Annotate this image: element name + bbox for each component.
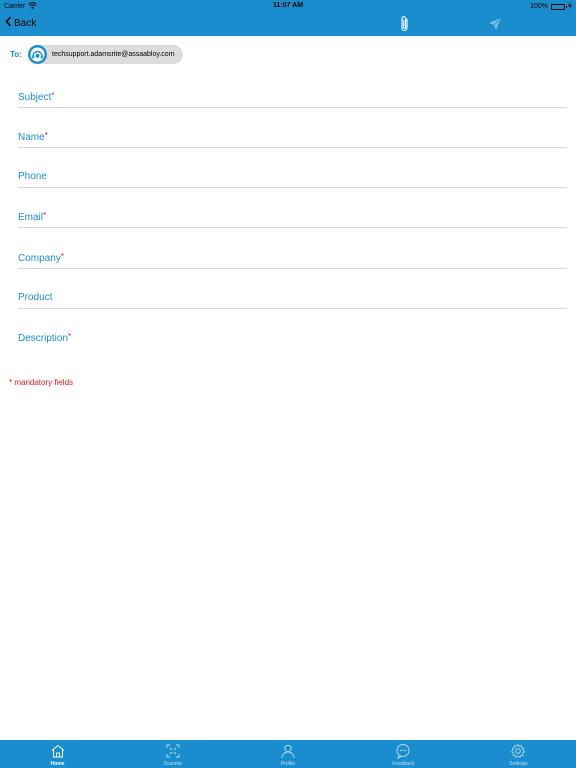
to-label: To: — [10, 50, 22, 59]
tab-bar: Home Scanner Profile Feedback Settings — [0, 740, 576, 768]
product-field[interactable]: Product — [18, 287, 567, 309]
attachment-button[interactable] — [398, 15, 412, 33]
required-marker: * — [51, 91, 55, 100]
tab-home[interactable]: Home — [0, 740, 115, 768]
subject-field[interactable]: Subject* — [18, 86, 567, 108]
mandatory-fields-note: * mandatory fields — [9, 378, 74, 387]
tab-home-label: Home — [50, 761, 65, 767]
tab-settings-label: Settings — [509, 761, 528, 767]
recipient-email: techsupport.adamsrite@assaabloy.com — [52, 51, 175, 58]
company-field[interactable]: Company* — [18, 247, 567, 269]
status-bar: Carrier 11:07 AM 100% — [0, 0, 576, 12]
back-button[interactable]: Back — [5, 16, 36, 30]
required-marker: * — [60, 252, 64, 261]
recipient-chip[interactable]: techsupport.adamsrite@assaabloy.com — [28, 45, 183, 64]
tab-settings[interactable]: Settings — [461, 740, 576, 768]
tab-feedback[interactable]: Feedback — [346, 740, 461, 768]
tab-feedback-label: Feedback — [392, 761, 415, 767]
chevron-left-icon — [5, 16, 12, 30]
company-label: Company* — [18, 252, 64, 264]
phone-label: Phone — [18, 171, 47, 182]
description-label: Description* — [18, 332, 72, 344]
back-label: Back — [14, 17, 37, 29]
support-avatar-icon — [28, 45, 47, 64]
scanner-icon — [165, 743, 181, 759]
email-field[interactable]: Email* — [18, 206, 567, 228]
battery-icon — [551, 3, 567, 10]
navigation-bar: Back — [0, 12, 576, 36]
send-button[interactable] — [488, 17, 502, 31]
feedback-icon — [395, 743, 411, 759]
status-time: 11:07 AM — [272, 2, 304, 9]
tab-profile[interactable]: Profile — [230, 740, 345, 768]
required-marker: * — [68, 332, 72, 341]
charging-icon — [568, 2, 572, 11]
home-icon — [50, 743, 66, 759]
to-row: To: techsupport.adamsrite@assaabloy.com — [0, 44, 576, 66]
phone-field[interactable]: Phone — [18, 166, 567, 188]
email-label: Email* — [18, 211, 47, 223]
send-icon — [488, 17, 502, 35]
name-label: Name* — [18, 131, 48, 143]
name-field[interactable]: Name* — [18, 126, 567, 148]
tab-scanner-label: Scanner — [163, 761, 183, 767]
tab-profile-label: Profile — [280, 761, 296, 767]
top-bar: Carrier 11:07 AM 100% Back — [0, 0, 576, 36]
description-field[interactable]: Description* — [18, 327, 567, 349]
contact-form-screen: Carrier 11:07 AM 100% Back To: techsuppo… — [0, 0, 576, 768]
battery-percent: 100% — [530, 3, 548, 10]
battery-group: 100% — [530, 2, 572, 11]
gear-icon — [510, 743, 526, 759]
product-label: Product — [18, 292, 53, 303]
required-marker: * — [43, 211, 47, 220]
subject-label: Subject* — [18, 91, 55, 103]
required-marker: * — [44, 131, 48, 140]
paperclip-icon — [398, 16, 412, 37]
profile-icon — [280, 743, 296, 759]
tab-scanner[interactable]: Scanner — [115, 740, 230, 768]
